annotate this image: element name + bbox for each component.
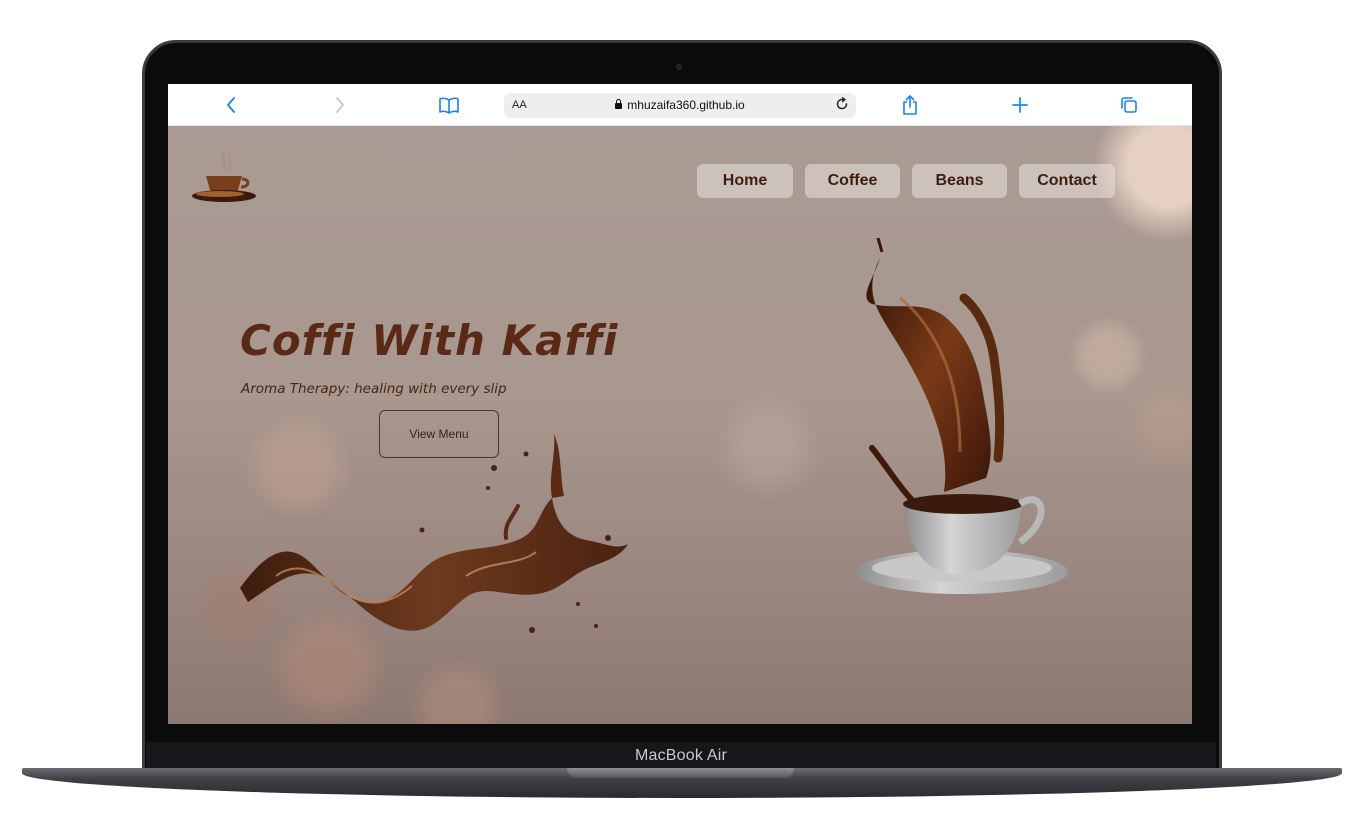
laptop-screen: AA mhuzaifa360.github.io Home Coffee Bea… — [168, 84, 1192, 724]
laptop-chin: MacBook Air — [146, 742, 1216, 770]
nav-coffee[interactable]: Coffee — [805, 164, 900, 198]
view-menu-button[interactable]: View Menu — [379, 410, 499, 458]
nav-home[interactable]: Home — [697, 164, 793, 198]
camera-icon — [676, 64, 682, 70]
chevron-left-icon[interactable] — [217, 92, 245, 118]
nav-beans[interactable]: Beans — [912, 164, 1007, 198]
hero-title: Coffi With Kaffi — [240, 316, 619, 365]
hero-subtitle: Aroma Therapy: healing with every slip — [241, 381, 507, 397]
address-bar[interactable]: AA mhuzaifa360.github.io — [504, 93, 856, 118]
reload-icon[interactable] — [834, 96, 850, 116]
coffee-cup-logo[interactable] — [190, 152, 260, 208]
book-icon[interactable] — [435, 92, 463, 118]
coffee-cup-splash-image — [856, 238, 1068, 594]
browser-toolbar: AA mhuzaifa360.github.io — [168, 84, 1192, 126]
url-label: mhuzaifa360.github.io — [627, 98, 745, 112]
lock-icon — [615, 99, 623, 109]
url-text: mhuzaifa360.github.io — [504, 98, 856, 112]
tabs-icon[interactable] — [1115, 92, 1143, 118]
share-icon[interactable] — [896, 92, 924, 118]
nav-contact[interactable]: Contact — [1019, 164, 1115, 198]
device-label: MacBook Air — [634, 747, 727, 764]
chevron-right-icon[interactable] — [326, 92, 354, 118]
main-nav: Home Coffee Beans Contact — [697, 164, 1115, 198]
plus-icon[interactable] — [1006, 92, 1034, 118]
website-page: Home Coffee Beans Contact Coffi With Kaf… — [168, 126, 1192, 724]
laptop-hinge-notch — [567, 768, 794, 778]
